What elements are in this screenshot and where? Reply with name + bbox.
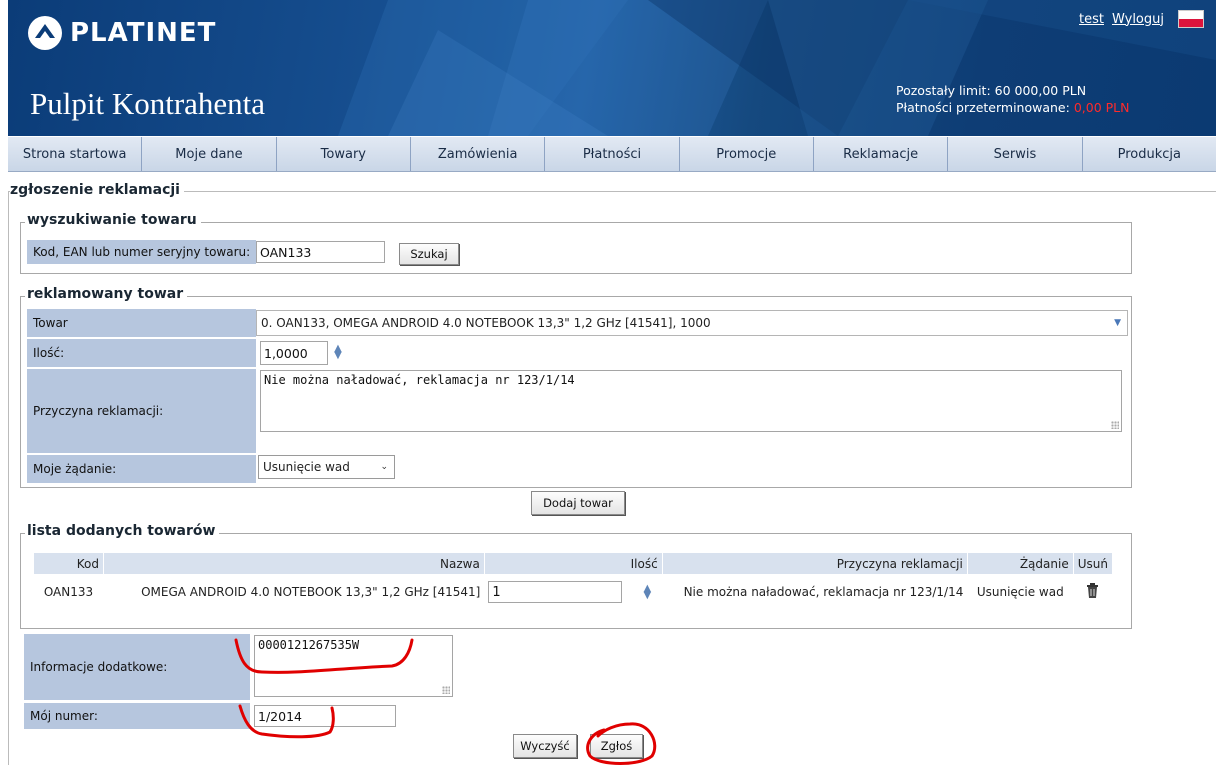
user-link[interactable]: test	[1079, 12, 1104, 27]
chevron-down-icon: ⌄	[380, 462, 388, 472]
clear-button[interactable]: Wyczyść	[513, 734, 577, 758]
col-kod[interactable]: Kod	[33, 552, 104, 575]
my-number-input[interactable]	[254, 705, 396, 727]
menu-item-promocje[interactable]: Promocje	[680, 137, 814, 171]
search-fieldset: wyszukiwanie towaru Kod, EAN lub numer s…	[20, 212, 1132, 274]
menu-item-produkcja[interactable]: Produkcja	[1083, 137, 1216, 171]
top-links: test Wyloguj	[1079, 10, 1204, 28]
account-limits: Pozostały limit: 60 000,00 PLN Płatności…	[896, 82, 1129, 116]
trash-icon[interactable]	[1086, 583, 1099, 599]
header-banner: PLATINET Pulpit Kontrahenta test Wyloguj…	[8, 0, 1216, 136]
col-ilosc[interactable]: Ilość	[483, 552, 663, 575]
request-select-value: Usunięcie wad	[263, 460, 350, 474]
overdue-value: 0,00 PLN	[1073, 100, 1130, 115]
qty-input[interactable]	[260, 341, 328, 365]
menu-item-reklamacje[interactable]: Reklamacje	[814, 137, 949, 171]
request-label: Moje żądanie:	[27, 455, 256, 483]
main-menu: Strona startowa Moje dane Towary Zamówie…	[8, 137, 1216, 172]
cell-zadanie: Usunięcie wad	[967, 574, 1074, 610]
reason-label: Przyczyna reklamacji:	[27, 369, 256, 453]
limit-value: 60 000,00 PLN	[994, 83, 1087, 98]
menu-item-moje-dane[interactable]: Moje dane	[142, 137, 277, 171]
menu-item-zamowienia[interactable]: Zamówienia	[411, 137, 546, 171]
table-header-row: Kod Nazwa Ilość Przyczyna reklamacji Żąd…	[33, 552, 1114, 575]
table-row: OAN133 OMEGA ANDROID 4.0 NOTEBOOK 13,3" …	[33, 574, 1113, 610]
chevron-down-icon: ▼	[1114, 318, 1121, 328]
menu-item-platnosci[interactable]: Płatności	[545, 137, 680, 171]
cell-usun	[1073, 574, 1113, 610]
menu-item-strona-startowa[interactable]: Strona startowa	[8, 137, 143, 171]
col-przyczyna[interactable]: Przyczyna reklamacji	[661, 552, 968, 575]
resize-handle-icon[interactable]	[1111, 421, 1119, 429]
reason-textarea[interactable]: Nie można naładować, reklamacja nr 123/1…	[260, 370, 1122, 432]
search-label: Kod, EAN lub numer seryjny towaru:	[27, 240, 256, 264]
col-usun[interactable]: Usuń	[1072, 552, 1114, 575]
search-legend: wyszukiwanie towaru	[25, 212, 201, 228]
cell-kod: OAN133	[33, 574, 104, 610]
menu-item-serwis[interactable]: Serwis	[948, 137, 1083, 171]
items-table: Kod Nazwa Ilość Przyczyna reklamacji Żąd…	[33, 552, 1114, 610]
resize-handle-icon[interactable]	[442, 686, 450, 694]
poland-flag-icon[interactable]	[1178, 10, 1204, 28]
platinet-logo-icon	[28, 16, 62, 50]
col-zadanie[interactable]: Żądanie	[966, 552, 1074, 575]
logout-link[interactable]: Wyloguj	[1112, 12, 1164, 27]
platinet-logo[interactable]: PLATINET	[28, 16, 216, 50]
list-legend: lista dodanych towarów	[25, 523, 220, 539]
form-border-top	[8, 191, 1216, 192]
product-select[interactable]: 0. OAN133, OMEGA ANDROID 4.0 NOTEBOOK 13…	[256, 310, 1128, 336]
page-title: Pulpit Kontrahenta	[30, 86, 266, 121]
qty-spinner-icon[interactable]: ▲ ▼	[333, 344, 343, 361]
form-border-left	[8, 191, 9, 765]
cell-ilosc: ▲▼	[484, 574, 663, 610]
row-qty-spinner-icon[interactable]: ▲ ▼	[642, 584, 652, 601]
request-select[interactable]: Usunięcie wad ⌄	[258, 455, 395, 479]
search-input[interactable]	[256, 241, 385, 263]
product-label: Towar	[27, 309, 256, 337]
submit-button[interactable]: Zgłoś	[590, 734, 643, 758]
add-item-button[interactable]: Dodaj towar	[531, 491, 625, 515]
list-fieldset: lista dodanych towarów Kod Nazwa Ilość P…	[20, 523, 1132, 629]
cell-przyczyna: Nie można naładować, reklamacja nr 123/1…	[662, 574, 968, 610]
form-legend: zgłoszenie reklamacji	[10, 182, 184, 198]
limit-label: Pozostały limit:	[896, 83, 991, 98]
brand-name: PLATINET	[70, 18, 217, 48]
row-qty-input[interactable]	[488, 581, 623, 604]
cell-nazwa: OMEGA ANDROID 4.0 NOTEBOOK 13,3" 1,2 GHz…	[103, 574, 485, 610]
info-label: Informacje dodatkowe:	[24, 634, 250, 700]
overdue-label: Płatności przeterminowane:	[896, 100, 1070, 115]
my-number-label: Mój numer:	[24, 703, 250, 729]
col-nazwa[interactable]: Nazwa	[102, 552, 485, 575]
search-button[interactable]: Szukaj	[399, 243, 459, 265]
item-legend: reklamowany towar	[25, 286, 188, 302]
menu-item-towary[interactable]: Towary	[277, 137, 411, 171]
product-select-value: 0. OAN133, OMEGA ANDROID 4.0 NOTEBOOK 13…	[261, 316, 711, 330]
info-textarea[interactable]: 0000121267535W	[254, 635, 453, 697]
item-fieldset: reklamowany towar Towar 0. OAN133, OMEGA…	[20, 286, 1132, 488]
qty-label: Ilość:	[27, 339, 256, 367]
